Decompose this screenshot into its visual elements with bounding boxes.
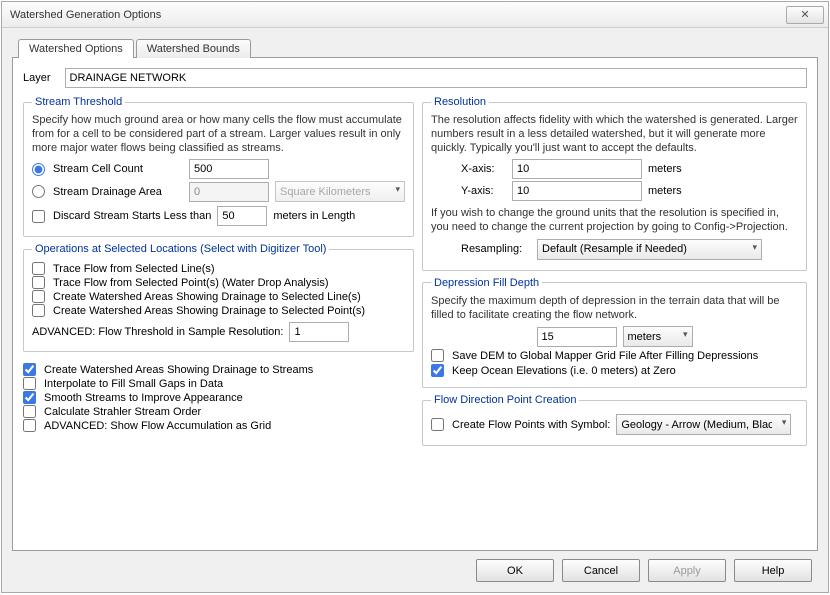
window-title: Watershed Generation Options (10, 9, 786, 21)
resolution-note: If you wish to change the ground units t… (431, 207, 798, 235)
depression-depth-input[interactable] (537, 327, 617, 347)
resampling-select[interactable]: Default (Resample if Needed) (537, 239, 762, 260)
help-button[interactable]: Help (734, 559, 812, 582)
layer-row: Layer (23, 68, 807, 88)
operations-legend: Operations at Selected Locations (Select… (32, 243, 329, 255)
flow-symbol-select[interactable]: Geology - Arrow (Medium, Black) (616, 414, 791, 435)
stream-threshold-legend: Stream Threshold (32, 96, 125, 108)
label-trace-flow-lines: Trace Flow from Selected Line(s) (53, 263, 215, 275)
radio-stream-drainage-area[interactable] (32, 185, 45, 198)
label-create-watershed-streams: Create Watershed Areas Showing Drainage … (44, 364, 313, 376)
depression-units-select[interactable]: meters (623, 326, 693, 347)
tab-host: Watershed Options Watershed Bounds Layer… (12, 38, 818, 551)
label-strahler-order: Calculate Strahler Stream Order (44, 406, 201, 418)
resolution-group: Resolution The resolution affects fideli… (422, 96, 807, 271)
drainage-area-units-select[interactable]: Square Kilometers (275, 181, 405, 202)
check-trace-flow-lines[interactable] (32, 262, 45, 275)
resampling-label: Resampling: (461, 243, 531, 255)
resolution-desc: The resolution affects fidelity with whi… (431, 114, 798, 155)
dialog-body: Watershed Options Watershed Bounds Layer… (2, 28, 828, 592)
dialog-window: Watershed Generation Options ✕ Watershed… (1, 1, 829, 593)
y-axis-input[interactable] (512, 181, 642, 201)
stream-drainage-area-label: Stream Drainage Area (53, 186, 183, 198)
check-show-flow-accum[interactable] (23, 419, 36, 432)
tab-watershed-options[interactable]: Watershed Options (18, 39, 134, 58)
label-save-dem: Save DEM to Global Mapper Grid File Afte… (452, 350, 758, 362)
ok-button[interactable]: OK (476, 559, 554, 582)
label-show-flow-accum: ADVANCED: Show Flow Accumulation as Grid (44, 420, 271, 432)
stream-cell-count-input[interactable] (189, 159, 269, 179)
discard-length-input[interactable] (217, 206, 267, 226)
stream-threshold-group: Stream Threshold Specify how much ground… (23, 96, 414, 237)
flow-direction-group: Flow Direction Point Creation Create Flo… (422, 394, 807, 446)
label-create-flow-points: Create Flow Points with Symbol: (452, 419, 610, 431)
label-keep-ocean: Keep Ocean Elevations (i.e. 0 meters) at… (452, 365, 676, 377)
layer-input[interactable] (65, 68, 807, 88)
close-button[interactable]: ✕ (786, 6, 824, 24)
resolution-legend: Resolution (431, 96, 489, 108)
label-watershed-to-lines: Create Watershed Areas Showing Drainage … (53, 291, 361, 303)
right-column: Resolution The resolution affects fideli… (422, 96, 807, 446)
discard-label-b: meters in Length (273, 210, 355, 222)
stream-cell-count-label: Stream Cell Count (53, 163, 183, 175)
depression-group: Depression Fill Depth Specify the maximu… (422, 277, 807, 389)
check-trace-flow-points[interactable] (32, 276, 45, 289)
check-create-flow-points[interactable] (431, 418, 444, 431)
check-save-dem[interactable] (431, 349, 444, 362)
y-axis-label: Y-axis: (461, 185, 506, 197)
advanced-flow-threshold-input[interactable] (289, 322, 349, 342)
stream-threshold-desc: Specify how much ground area or how many… (32, 114, 405, 155)
discard-label-a: Discard Stream Starts Less than (53, 210, 211, 222)
global-options-list: Create Watershed Areas Showing Drainage … (23, 362, 414, 433)
depression-legend: Depression Fill Depth (431, 277, 542, 289)
button-bar: OK Cancel Apply Help (12, 551, 818, 586)
check-discard-stream-starts[interactable] (32, 210, 45, 223)
tab-watershed-bounds[interactable]: Watershed Bounds (136, 39, 251, 58)
apply-button[interactable]: Apply (648, 559, 726, 582)
y-axis-units: meters (648, 185, 682, 197)
check-strahler-order[interactable] (23, 405, 36, 418)
x-axis-units: meters (648, 163, 682, 175)
columns: Stream Threshold Specify how much ground… (23, 96, 807, 446)
check-watershed-to-lines[interactable] (32, 290, 45, 303)
radio-stream-cell-count[interactable] (32, 163, 45, 176)
check-keep-ocean[interactable] (431, 364, 444, 377)
check-smooth-streams[interactable] (23, 391, 36, 404)
label-watershed-to-points: Create Watershed Areas Showing Drainage … (53, 305, 365, 317)
tab-row: Watershed Options Watershed Bounds (18, 38, 818, 57)
x-axis-input[interactable] (512, 159, 642, 179)
depression-desc: Specify the maximum depth of depression … (431, 295, 798, 323)
label-smooth-streams: Smooth Streams to Improve Appearance (44, 392, 243, 404)
operations-group: Operations at Selected Locations (Select… (23, 243, 414, 352)
left-column: Stream Threshold Specify how much ground… (23, 96, 414, 446)
close-icon: ✕ (800, 8, 809, 21)
check-create-watershed-streams[interactable] (23, 363, 36, 376)
x-axis-label: X-axis: (461, 163, 506, 175)
check-watershed-to-points[interactable] (32, 304, 45, 317)
check-interpolate-gaps[interactable] (23, 377, 36, 390)
label-interpolate-gaps: Interpolate to Fill Small Gaps in Data (44, 378, 223, 390)
layer-label: Layer (23, 72, 51, 84)
cancel-button[interactable]: Cancel (562, 559, 640, 582)
stream-drainage-area-input[interactable] (189, 182, 269, 202)
advanced-flow-threshold-label: ADVANCED: Flow Threshold in Sample Resol… (32, 326, 283, 338)
label-trace-flow-points: Trace Flow from Selected Point(s) (Water… (53, 277, 328, 289)
flow-direction-legend: Flow Direction Point Creation (431, 394, 579, 406)
tab-panel: Layer Stream Threshold Specify how much … (12, 57, 818, 551)
title-bar: Watershed Generation Options ✕ (2, 2, 828, 28)
